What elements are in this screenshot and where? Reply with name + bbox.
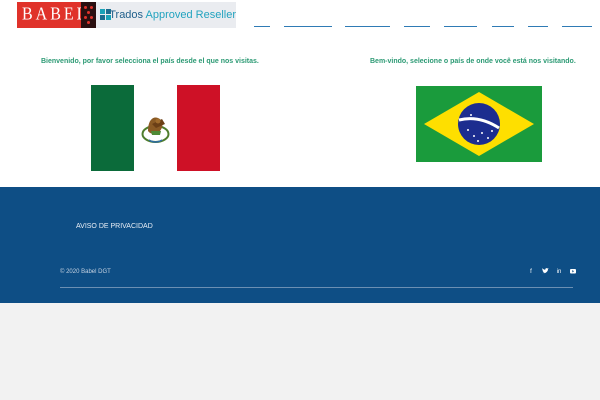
footer-divider bbox=[60, 287, 573, 288]
mexico-flag-link[interactable] bbox=[91, 85, 220, 171]
linkedin-icon[interactable]: in bbox=[555, 268, 563, 276]
nav-item-2[interactable] bbox=[284, 23, 332, 27]
youtube-icon[interactable] bbox=[569, 268, 577, 276]
site-header: BABEL Trados Approved Reseller bbox=[0, 0, 600, 34]
nav-item-4[interactable] bbox=[404, 23, 430, 27]
brazil-flag-link[interactable] bbox=[416, 86, 542, 162]
facebook-icon[interactable]: f bbox=[527, 268, 535, 276]
trados-logo-icon bbox=[100, 9, 111, 21]
copyright-text: © 2020 Babel DGT bbox=[60, 269, 111, 275]
mexico-flag-white bbox=[134, 85, 177, 171]
welcome-message-spanish: Bienvenido, por favor selecciona el país… bbox=[41, 58, 259, 65]
nav-item-1[interactable] bbox=[254, 23, 270, 27]
nav-item-3[interactable] bbox=[345, 23, 390, 27]
social-links: f in bbox=[527, 268, 577, 276]
trados-approved-reseller: Approved Reseller bbox=[145, 9, 237, 21]
mexico-flag-green bbox=[91, 85, 134, 171]
privacy-notice-link[interactable]: AVISO DE PRIVACIDAD bbox=[76, 223, 153, 230]
main-nav bbox=[0, 23, 600, 27]
mexico-coat-of-arms-icon bbox=[141, 117, 170, 143]
welcome-message-portuguese: Bem-vindo, selecione o país de onde você… bbox=[370, 58, 576, 65]
nav-item-8[interactable] bbox=[562, 23, 592, 27]
twitter-icon[interactable] bbox=[541, 268, 549, 276]
trados-brand: Trados bbox=[109, 9, 144, 21]
nav-item-7[interactable] bbox=[528, 23, 548, 27]
country-selector: Bienvenido, por favor selecciona el país… bbox=[0, 34, 600, 187]
nav-item-6[interactable] bbox=[492, 23, 514, 27]
nav-item-5[interactable] bbox=[444, 23, 477, 27]
babel-logo-text: BABEL bbox=[22, 5, 90, 24]
trados-badge-text: Trados Approved Reseller bbox=[109, 9, 236, 21]
site-footer: AVISO DE PRIVACIDAD © 2020 Babel DGT f i… bbox=[0, 187, 600, 303]
mexico-flag-red bbox=[177, 85, 220, 171]
